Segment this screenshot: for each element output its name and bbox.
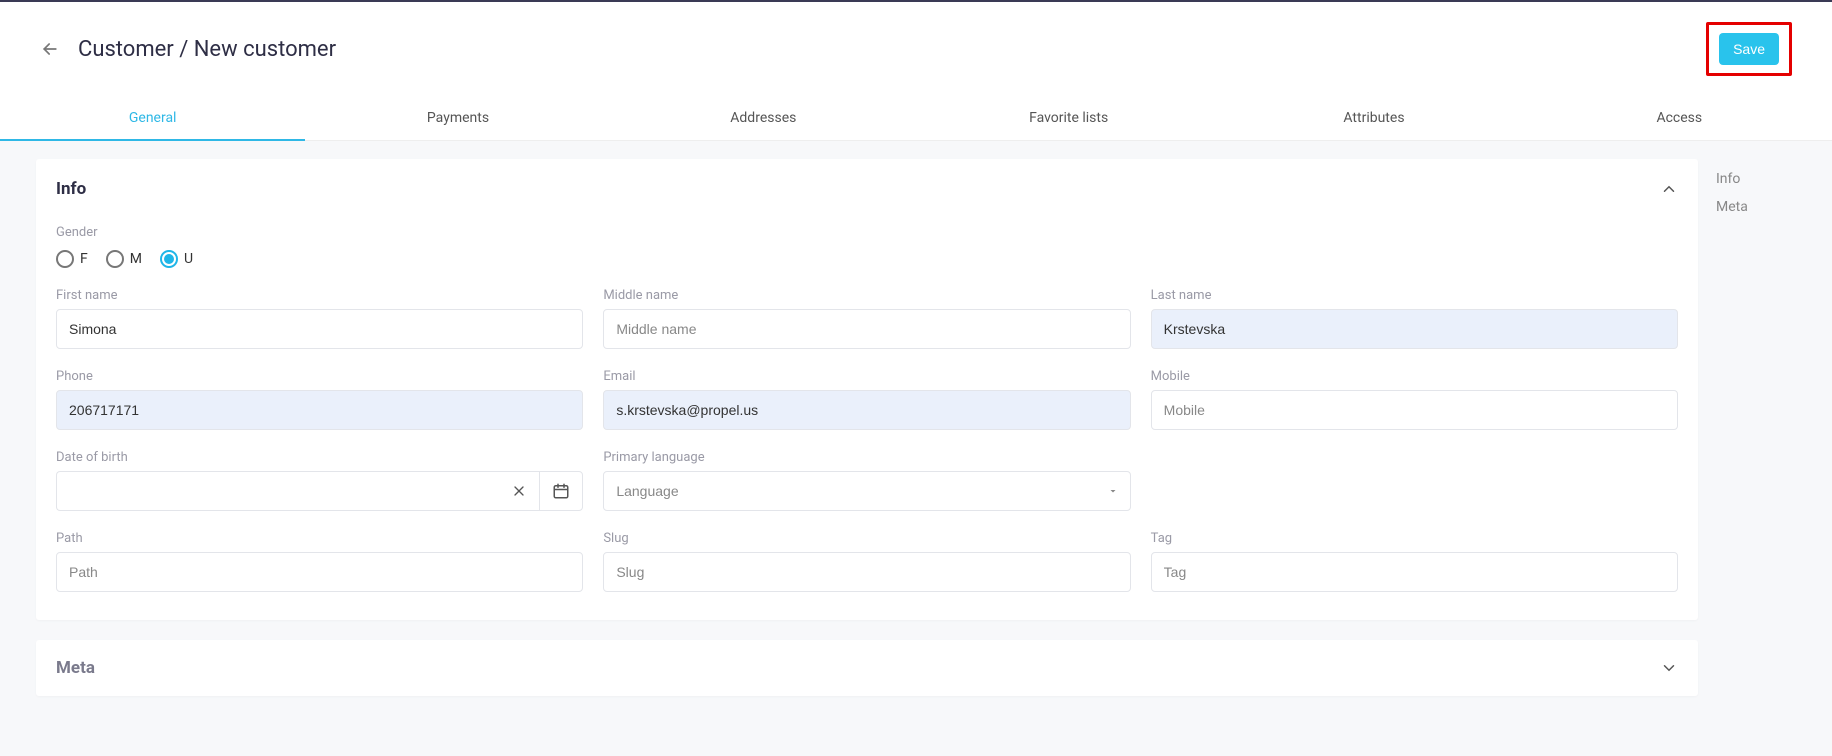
tag-input[interactable] bbox=[1151, 552, 1678, 592]
gender-radio-u-label: U bbox=[184, 251, 193, 267]
dob-group: Date of birth bbox=[56, 450, 583, 511]
language-group: Primary language bbox=[603, 450, 1130, 511]
info-card-header: Info bbox=[56, 179, 1678, 199]
first-name-input[interactable] bbox=[56, 309, 583, 349]
dob-input[interactable] bbox=[56, 471, 539, 511]
section-nav-info[interactable]: Info bbox=[1716, 165, 1796, 193]
meta-row: Path Slug Tag bbox=[56, 531, 1678, 592]
gender-radio-f[interactable]: F bbox=[56, 250, 88, 268]
tab-general[interactable]: General bbox=[0, 96, 305, 140]
email-group: Email bbox=[603, 369, 1130, 430]
main-column: Info Gender F M bbox=[36, 159, 1698, 716]
last-name-group: Last name bbox=[1151, 288, 1678, 349]
phone-input[interactable] bbox=[56, 390, 583, 430]
chevron-down-icon[interactable] bbox=[1660, 659, 1678, 677]
meta-card-title: Meta bbox=[56, 658, 95, 678]
email-input[interactable] bbox=[603, 390, 1130, 430]
gender-radio-group: F M U bbox=[56, 250, 1678, 268]
gender-radio-m[interactable]: M bbox=[106, 250, 142, 268]
slug-label: Slug bbox=[603, 531, 1130, 546]
gender-radio-f-label: F bbox=[80, 251, 88, 267]
radio-icon bbox=[56, 250, 74, 268]
tab-attributes[interactable]: Attributes bbox=[1221, 96, 1526, 140]
contact-row: Phone Email Mobile bbox=[56, 369, 1678, 430]
first-name-group: First name bbox=[56, 288, 583, 349]
close-icon[interactable] bbox=[511, 483, 527, 499]
middle-name-input[interactable] bbox=[603, 309, 1130, 349]
tab-payments[interactable]: Payments bbox=[305, 96, 610, 140]
tab-addresses[interactable]: Addresses bbox=[611, 96, 916, 140]
slug-input[interactable] bbox=[603, 552, 1130, 592]
middle-name-label: Middle name bbox=[603, 288, 1130, 303]
meta-card-header: Meta bbox=[56, 658, 1678, 678]
language-select-wrap bbox=[603, 471, 1130, 511]
dob-label: Date of birth bbox=[56, 450, 583, 465]
tabs: General Payments Addresses Favorite list… bbox=[0, 96, 1832, 141]
gender-label: Gender bbox=[56, 225, 1678, 240]
path-label: Path bbox=[56, 531, 583, 546]
dob-lang-row: Date of birth Primary language bbox=[56, 450, 1678, 511]
dob-input-wrap bbox=[56, 471, 583, 511]
section-nav-meta[interactable]: Meta bbox=[1716, 193, 1796, 221]
middle-name-group: Middle name bbox=[603, 288, 1130, 349]
meta-card: Meta bbox=[36, 640, 1698, 696]
empty-spacer bbox=[1151, 450, 1678, 511]
email-label: Email bbox=[603, 369, 1130, 384]
gender-group: Gender F M U bbox=[56, 225, 1678, 268]
chevron-up-icon[interactable] bbox=[1660, 180, 1678, 198]
mobile-group: Mobile bbox=[1151, 369, 1678, 430]
tag-label: Tag bbox=[1151, 531, 1678, 546]
path-group: Path bbox=[56, 531, 583, 592]
radio-icon bbox=[106, 250, 124, 268]
back-arrow-icon[interactable] bbox=[40, 39, 60, 59]
last-name-label: Last name bbox=[1151, 288, 1678, 303]
save-highlight-box: Save bbox=[1706, 22, 1792, 76]
mobile-label: Mobile bbox=[1151, 369, 1678, 384]
language-select[interactable] bbox=[603, 471, 1130, 511]
mobile-input[interactable] bbox=[1151, 390, 1678, 430]
calendar-icon[interactable] bbox=[539, 471, 583, 511]
phone-label: Phone bbox=[56, 369, 583, 384]
slug-group: Slug bbox=[603, 531, 1130, 592]
gender-radio-m-label: M bbox=[130, 251, 142, 267]
content-area: Info Gender F M bbox=[0, 141, 1832, 756]
info-card-title: Info bbox=[56, 179, 86, 199]
header-left: Customer / New customer bbox=[40, 37, 336, 62]
first-name-label: First name bbox=[56, 288, 583, 303]
page-title: Customer / New customer bbox=[78, 37, 336, 62]
page-header: Customer / New customer Save bbox=[0, 2, 1832, 96]
path-input[interactable] bbox=[56, 552, 583, 592]
tab-access[interactable]: Access bbox=[1527, 96, 1832, 140]
language-label: Primary language bbox=[603, 450, 1130, 465]
info-card: Info Gender F M bbox=[36, 159, 1698, 620]
tab-favorite-lists[interactable]: Favorite lists bbox=[916, 96, 1221, 140]
gender-radio-u[interactable]: U bbox=[160, 250, 193, 268]
section-nav: Info Meta bbox=[1716, 159, 1796, 221]
phone-group: Phone bbox=[56, 369, 583, 430]
tag-group: Tag bbox=[1151, 531, 1678, 592]
radio-icon bbox=[160, 250, 178, 268]
name-row: First name Middle name Last name bbox=[56, 288, 1678, 349]
last-name-input[interactable] bbox=[1151, 309, 1678, 349]
save-button[interactable]: Save bbox=[1719, 33, 1779, 65]
